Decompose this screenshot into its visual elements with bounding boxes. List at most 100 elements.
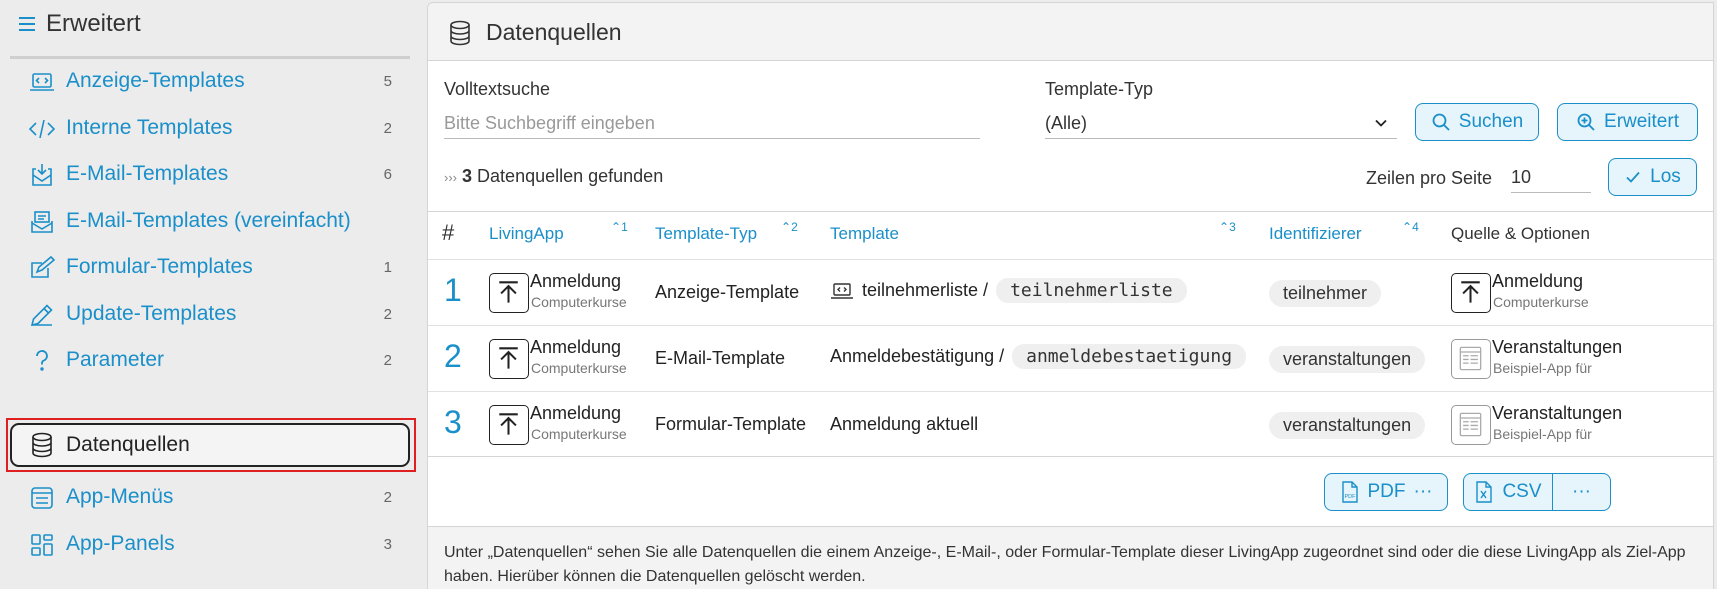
source-title[interactable]: Veranstaltungen bbox=[1492, 337, 1622, 358]
sidebar-item-interne-templates[interactable]: Interne Templates 2 bbox=[10, 107, 410, 149]
template-name[interactable]: Anmeldung aktuell bbox=[830, 414, 978, 435]
panels-icon bbox=[28, 531, 56, 559]
panel-title: Datenquellen bbox=[486, 19, 622, 45]
header-livingapp[interactable]: LivingApp bbox=[489, 224, 564, 244]
sort-indicator-type[interactable]: ⌃2 bbox=[781, 220, 798, 234]
search-button-label: Suchen bbox=[1458, 111, 1524, 132]
app-title: Anmeldung bbox=[530, 271, 622, 291]
template-name: Anmeldebestätigung / bbox=[830, 346, 1005, 366]
hamburger-icon[interactable] bbox=[18, 15, 38, 33]
sidebar-item-email-templates-vereinfacht[interactable]: E-Mail-Templates (vereinfacht) bbox=[10, 200, 410, 242]
rows-per-page-input[interactable] bbox=[1511, 163, 1591, 193]
source-subtitle: Computerkurse bbox=[1493, 294, 1589, 310]
sidebar-item-parameter[interactable]: Parameter 2 bbox=[10, 339, 410, 381]
sidebar: Erweitert Anzeige-Templates 5 Interne Te… bbox=[0, 0, 418, 589]
export-pdf-button[interactable]: PDF PDF ··· bbox=[1324, 473, 1448, 511]
sidebar-item-app-menues[interactable]: App-Menüs 2 bbox=[10, 476, 410, 518]
search-label: Volltextsuche bbox=[444, 79, 551, 99]
sidebar-header[interactable]: Erweitert bbox=[18, 10, 141, 38]
app-subtitle: Computerkurse bbox=[531, 426, 627, 442]
template-type-cell: E-Mail-Template bbox=[655, 348, 786, 368]
template-type-select[interactable]: (Alle) bbox=[1045, 109, 1397, 139]
sidebar-item-label: Interne Templates bbox=[66, 116, 233, 139]
template-identifier-code: teilnehmerliste bbox=[996, 278, 1187, 303]
header-template-type[interactable]: Template-Typ bbox=[655, 224, 757, 244]
rows-per-page-label: Zeilen pro Seite bbox=[1366, 168, 1493, 188]
source-subtitle: Beispiel-App für bbox=[1493, 426, 1592, 442]
datasources-table: # LivingApp ⌃1 Template-Typ ⌃2 Template … bbox=[428, 211, 1713, 445]
sort-up-icon: ⌃ bbox=[1219, 220, 1230, 234]
zoom-plus-icon bbox=[1576, 112, 1596, 132]
sidebar-item-count: 2 bbox=[383, 119, 392, 137]
go-button[interactable]: Los bbox=[1608, 158, 1697, 196]
svg-text:PDF: PDF bbox=[1344, 494, 1356, 500]
sidebar-item-email-templates[interactable]: E-Mail-Templates 6 bbox=[10, 153, 410, 195]
sort-indicator-app[interactable]: ⌃1 bbox=[611, 220, 628, 234]
sidebar-item-app-panels[interactable]: App-Panels 3 bbox=[10, 523, 410, 565]
row-number[interactable]: 3 bbox=[444, 404, 462, 441]
source-title[interactable]: Veranstaltungen bbox=[1492, 403, 1622, 424]
go-button-label: Los bbox=[1650, 166, 1681, 187]
laptop-code-icon bbox=[830, 280, 854, 302]
template-identifier-code: anmeldebestaetigung bbox=[1012, 344, 1247, 369]
code-icon bbox=[28, 115, 56, 143]
sort-indicator-template[interactable]: ⌃3 bbox=[1219, 220, 1236, 234]
upload-icon bbox=[1451, 273, 1491, 313]
search-icon bbox=[1431, 112, 1451, 132]
sidebar-item-label: E-Mail-Templates (vereinfacht) bbox=[66, 209, 351, 232]
app-title: Anmeldung bbox=[530, 403, 622, 423]
header-template[interactable]: Template bbox=[830, 224, 899, 244]
excel-file-icon bbox=[1474, 481, 1494, 503]
sidebar-item-label: App-Menüs bbox=[66, 485, 174, 508]
row-number[interactable]: 1 bbox=[444, 272, 462, 309]
sidebar-item-label: E-Mail-Templates bbox=[66, 162, 229, 185]
upload-icon bbox=[489, 273, 529, 313]
sort-indicator-identifier[interactable]: ⌃4 bbox=[1402, 220, 1419, 234]
source-subtitle: Beispiel-App für bbox=[1493, 360, 1592, 376]
envelope-download-icon bbox=[28, 161, 56, 189]
source-title[interactable]: Anmeldung bbox=[1492, 271, 1583, 292]
advanced-button-label: Erweitert bbox=[1604, 111, 1679, 132]
template-cell[interactable]: Anmeldebestätigung / anmeldebestaetigung bbox=[830, 344, 1247, 369]
sidebar-item-formular-templates[interactable]: Formular-Templates 1 bbox=[10, 246, 410, 288]
export-more-button[interactable]: ··· bbox=[1552, 473, 1611, 511]
upload-icon bbox=[489, 339, 529, 379]
sidebar-item-count: 1 bbox=[383, 258, 392, 276]
sort-up-icon: ⌃ bbox=[1402, 220, 1413, 234]
table-row[interactable]: 1 Anmeldung Computerkurse Anzeige-Templa… bbox=[428, 259, 1713, 325]
advanced-search-button[interactable]: Erweitert bbox=[1557, 103, 1698, 141]
results-number: 3 bbox=[462, 166, 473, 186]
identifier-badge: veranstaltungen bbox=[1269, 412, 1426, 439]
search-input[interactable] bbox=[444, 109, 980, 139]
focus-highlight bbox=[6, 418, 416, 472]
table-footer: PDF PDF ··· CSV ··· bbox=[428, 456, 1713, 526]
form-doc-icon bbox=[1451, 405, 1491, 445]
pdf-more-icon: ··· bbox=[1413, 481, 1433, 502]
panel-description: Unter „Datenquellen“ sehen Sie alle Date… bbox=[428, 526, 1713, 589]
laptop-code-icon bbox=[28, 68, 56, 96]
sidebar-item-label: Anzeige-Templates bbox=[66, 69, 245, 92]
sidebar-item-anzeige-templates[interactable]: Anzeige-Templates 5 bbox=[10, 60, 410, 102]
upload-icon bbox=[489, 405, 529, 445]
sidebar-title: Erweitert bbox=[46, 10, 141, 37]
table-row[interactable]: 2 Anmeldung Computerkurse E-Mail-Templat… bbox=[428, 325, 1713, 391]
form-doc-icon bbox=[1451, 339, 1491, 379]
header-identifier[interactable]: Identifizierer bbox=[1269, 224, 1362, 244]
sidebar-divider bbox=[10, 56, 410, 59]
sidebar-item-update-templates[interactable]: Update-Templates 2 bbox=[10, 293, 410, 335]
app-subtitle: Computerkurse bbox=[531, 360, 627, 376]
template-type-cell: Formular-Template bbox=[655, 414, 807, 434]
row-number[interactable]: 2 bbox=[444, 338, 462, 375]
export-csv-button[interactable]: CSV bbox=[1463, 473, 1553, 511]
sidebar-item-label: Parameter bbox=[66, 348, 165, 371]
identifier-badge: veranstaltungen bbox=[1269, 346, 1426, 373]
template-cell[interactable]: teilnehmerliste / teilnehmerliste bbox=[830, 278, 1187, 303]
panel-header: Datenquellen bbox=[428, 3, 1713, 61]
template-type-label: Template-Typ bbox=[1045, 79, 1154, 99]
pdf-button-label: PDF bbox=[1367, 481, 1406, 502]
envelope-tray-icon bbox=[28, 208, 56, 236]
table-row[interactable]: 3 Anmeldung Computerkurse Formular-Templ… bbox=[428, 391, 1713, 457]
identifier-badge: teilnehmer bbox=[1269, 280, 1382, 307]
form-edit-icon bbox=[28, 254, 56, 282]
search-button[interactable]: Suchen bbox=[1415, 103, 1539, 141]
